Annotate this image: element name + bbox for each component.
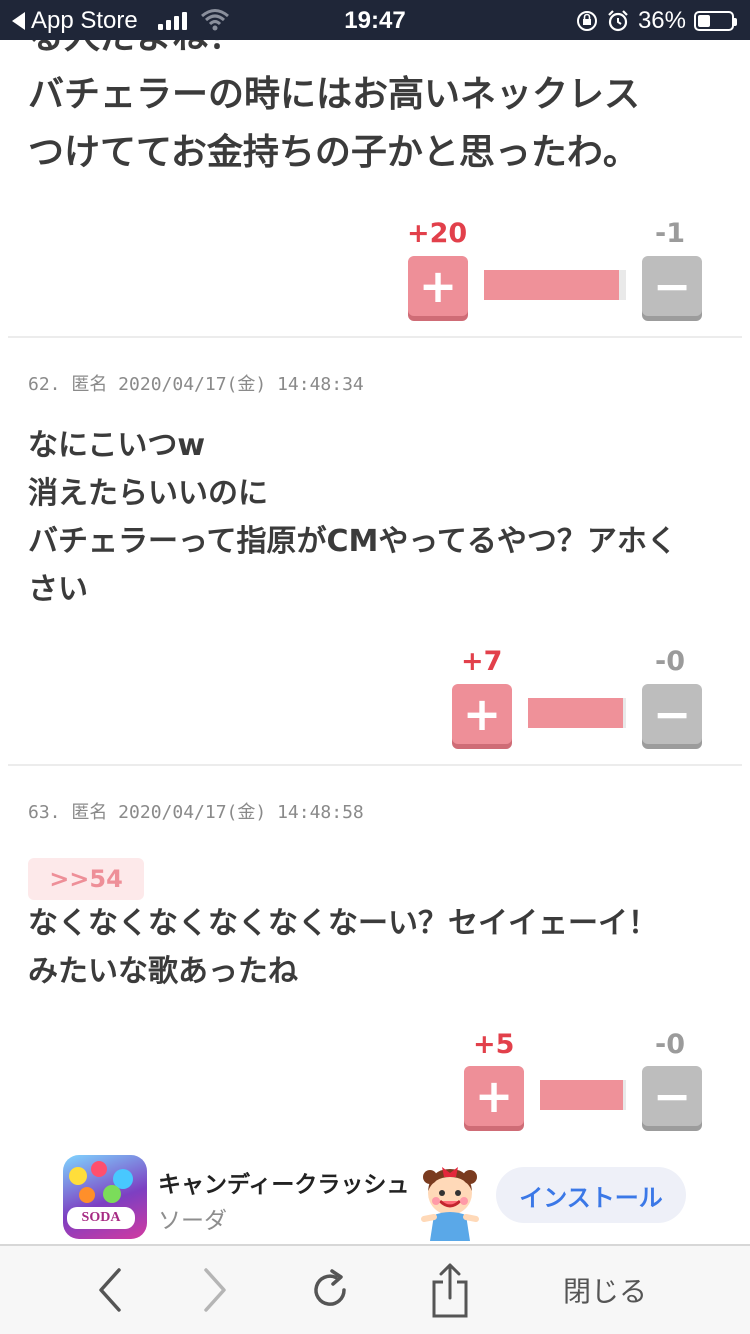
comment-line: バチェラーの時にはお高いネックレス [28,74,641,115]
reload-button[interactable] [300,1246,360,1334]
comment-line: みたいな歌あったね [28,954,298,989]
comment-line: さい [28,572,88,607]
vote-ratio-fill [528,698,624,728]
forward-button[interactable] [185,1246,245,1334]
share-button[interactable] [420,1246,480,1334]
minus-count: -0 [655,1029,685,1060]
plus-count: +5 [473,1029,515,1060]
comment-line: る人だよね！ [28,40,640,66]
status-bar: App Store 19:47 36% [0,0,750,40]
comment-body: なにこいつw 消えたらいいのに バチェラーって指原がCMやってるやつ？アホく さ… [28,422,677,614]
plus-vote-button[interactable]: + [408,256,468,316]
vote-ratio-bar [528,698,626,728]
comment-line: なにこいつw [28,428,206,463]
alarm-icon [608,10,628,32]
vote-ratio-fill [484,270,619,300]
share-icon [432,1263,468,1318]
chevron-right-icon [204,1268,226,1312]
vote-ratio-bar [540,1080,626,1110]
plus-count: +20 [407,218,468,249]
top-comment-body: る人だよね！ バチェラーの時にはお高いネックレス つけててお金持ちの子かと思った… [28,40,640,182]
rotation-lock-icon [576,11,597,31]
chevron-left-icon [99,1268,121,1312]
minus-count: -1 [655,218,685,249]
divider [8,336,742,338]
comment-body: なくなくなくなくなくなーい？セイイェーイ！ みたいな歌あったね [28,900,658,996]
vote-ratio-bar [484,270,626,300]
battery-percent: 36% [637,7,686,34]
install-button[interactable]: インストール [496,1167,686,1223]
back-button[interactable] [80,1246,140,1334]
plus-count: +7 [461,646,503,677]
mascot-girl-icon [421,1167,479,1241]
ad-subtitle: ソーダ [158,1208,227,1234]
minus-vote-button[interactable]: − [642,1066,702,1126]
comment-meta: 62. 匿名 2020/04/17(金) 14:48:34 [28,374,364,395]
comment-list: る人だよね！ バチェラーの時にはお高いネックレス つけててお金持ちの子かと思った… [0,40,750,1160]
minus-vote-button[interactable]: − [642,256,702,316]
ad-title: キャンディークラッシュ [158,1172,410,1198]
comment-line: バチェラーって指原がCMやってるやつ？アホく [28,524,677,559]
divider [8,764,742,766]
comment-line: なくなくなくなくなくなーい？セイイェーイ！ [28,906,658,941]
comment-meta: 63. 匿名 2020/04/17(金) 14:48:58 [28,802,364,823]
ad-banner[interactable]: SODA キャンディークラッシュ ソーダ インストール [60,1155,700,1241]
comment-line: 消えたらいいのに [28,476,268,511]
comment-line: つけててお金持ちの子かと思ったわ。 [28,132,639,173]
plus-vote-button[interactable]: + [464,1066,524,1126]
reply-anchor-link[interactable]: >>54 [28,858,144,900]
browser-toolbar: 閉じる [0,1244,750,1334]
app-icon-logo-text: SODA [67,1207,135,1229]
reload-icon [314,1269,346,1306]
plus-vote-button[interactable]: + [452,684,512,744]
vote-ratio-fill [540,1080,623,1110]
close-button[interactable]: 閉じる [545,1246,665,1334]
minus-vote-button[interactable]: − [642,684,702,744]
minus-count: -0 [655,646,685,677]
candy-crush-app-icon: SODA [63,1155,147,1239]
battery-icon [694,11,737,31]
